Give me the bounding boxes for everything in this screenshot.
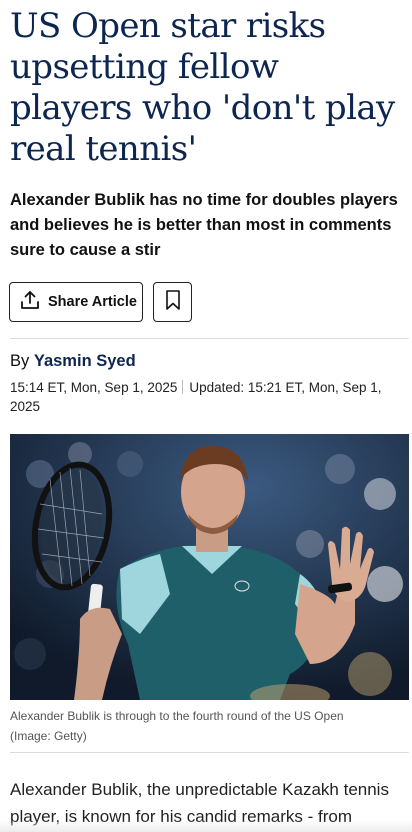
share-article-label: Share Article — [48, 294, 137, 310]
image-caption: Alexander Bublik is through to the fourt… — [10, 706, 406, 746]
image-credit: (Image: Getty) — [10, 729, 87, 743]
byline-divider — [10, 338, 409, 339]
byline: By Yasmin Syed — [10, 352, 136, 371]
date-separator — [182, 380, 184, 394]
author-link[interactable]: Yasmin Syed — [34, 352, 136, 370]
share-article-button[interactable]: Share Article — [9, 282, 143, 322]
share-upload-icon — [19, 289, 41, 316]
image-caption-text: Alexander Bublik is through to the fourt… — [10, 709, 344, 723]
bookmark-button[interactable] — [153, 282, 192, 322]
byline-prefix: By — [10, 352, 30, 370]
caption-divider — [10, 752, 409, 753]
article-dates: 15:14 ET, Mon, Sep 1, 2025 Updated: 15:21… — [10, 378, 406, 416]
article-standfirst: Alexander Bublik has no time for doubles… — [10, 191, 398, 259]
article-hero-image — [10, 434, 409, 700]
bookmark-icon — [164, 289, 182, 316]
published-time: 15:14 ET, Mon, Sep 1, 2025 — [10, 380, 178, 395]
article-headline: US Open star risks upsetting fellow play… — [10, 6, 395, 169]
bottom-fade — [0, 820, 412, 832]
